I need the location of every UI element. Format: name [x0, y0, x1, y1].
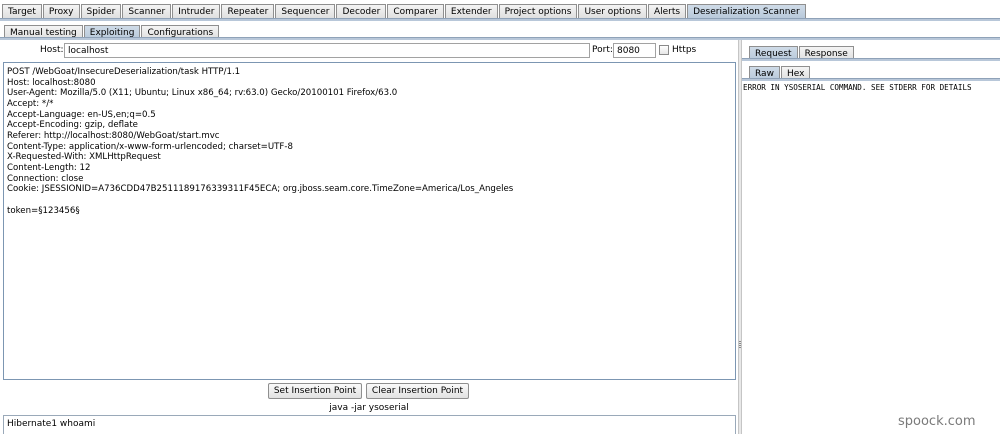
- request-line: Accept: */*: [7, 98, 54, 109]
- tab-comparer[interactable]: Comparer: [387, 4, 444, 19]
- tab-target[interactable]: Target: [2, 4, 42, 19]
- main-tab-strip: [0, 18, 1000, 21]
- host-label: Host:: [40, 45, 64, 55]
- tab-sequencer[interactable]: Sequencer: [275, 4, 336, 19]
- port-label: Port:: [592, 45, 613, 55]
- tab-user-options[interactable]: User options: [578, 4, 647, 19]
- tab-intruder[interactable]: Intruder: [172, 4, 221, 19]
- host-input[interactable]: localhost: [64, 43, 590, 58]
- request-line: Content-Length: 12: [7, 162, 91, 173]
- request-line: Referer: http://localhost:8080/WebGoat/s…: [7, 130, 220, 141]
- payload-command-input[interactable]: Hibernate1 whoami: [3, 415, 736, 434]
- watermark: spoock.com: [898, 414, 976, 429]
- https-checkbox[interactable]: [659, 45, 669, 55]
- request-line: Host: localhost:8080: [7, 77, 96, 88]
- main-tab-bar: Target Proxy Spider Scanner Intruder Rep…: [2, 2, 807, 19]
- request-line: X-Requested-With: XMLHttpRequest: [7, 152, 161, 163]
- tab-proxy[interactable]: Proxy: [42, 4, 80, 19]
- request-line: Content-Type: application/x-www-form-url…: [7, 141, 293, 152]
- tab-decoder[interactable]: Decoder: [336, 4, 387, 19]
- port-input[interactable]: 8080: [613, 43, 656, 58]
- request-line: Accept-Encoding: gzip, deflate: [7, 120, 138, 131]
- target-row: Host: localhost Port: 8080 Https: [0, 43, 738, 59]
- request-line: User-Agent: Mozilla/5.0 (X11; Ubuntu; Li…: [7, 88, 398, 99]
- set-insertion-point-button[interactable]: Set Insertion Point: [268, 383, 362, 399]
- request-line: POST /WebGoat/InsecureDeserialization/ta…: [7, 67, 241, 77]
- https-label: Https: [672, 45, 697, 55]
- request-line: Accept-Language: en-US,en;q=0.5: [7, 109, 156, 120]
- tab-spider[interactable]: Spider: [80, 4, 122, 19]
- tab-deserialization-scanner[interactable]: Deserialization Scanner: [687, 4, 806, 19]
- right-tab-strip: [742, 58, 1000, 61]
- response-output[interactable]: ERROR IN YSOSERIAL COMMAND. SEE STDERR F…: [742, 81, 1000, 434]
- tab-project-options[interactable]: Project options: [498, 4, 578, 19]
- divider-grip-icon: [739, 341, 741, 349]
- request-line: Connection: close: [7, 173, 84, 184]
- tab-scanner[interactable]: Scanner: [122, 4, 172, 19]
- command-label: java -jar ysoserial: [329, 403, 409, 413]
- request-line: [7, 195, 732, 206]
- sub-tab-strip: [0, 37, 1000, 40]
- tab-extender[interactable]: Extender: [444, 4, 498, 19]
- request-line: Cookie: JSESSIONID=A736CDD47B25111891763…: [7, 184, 514, 195]
- request-editor[interactable]: POST /WebGoat/InsecureDeserialization/ta…: [3, 62, 736, 380]
- tab-repeater[interactable]: Repeater: [221, 4, 275, 19]
- request-line: token=§123456§: [7, 205, 80, 216]
- tab-alerts[interactable]: Alerts: [647, 4, 687, 19]
- clear-insertion-point-button[interactable]: Clear Insertion Point: [366, 383, 469, 399]
